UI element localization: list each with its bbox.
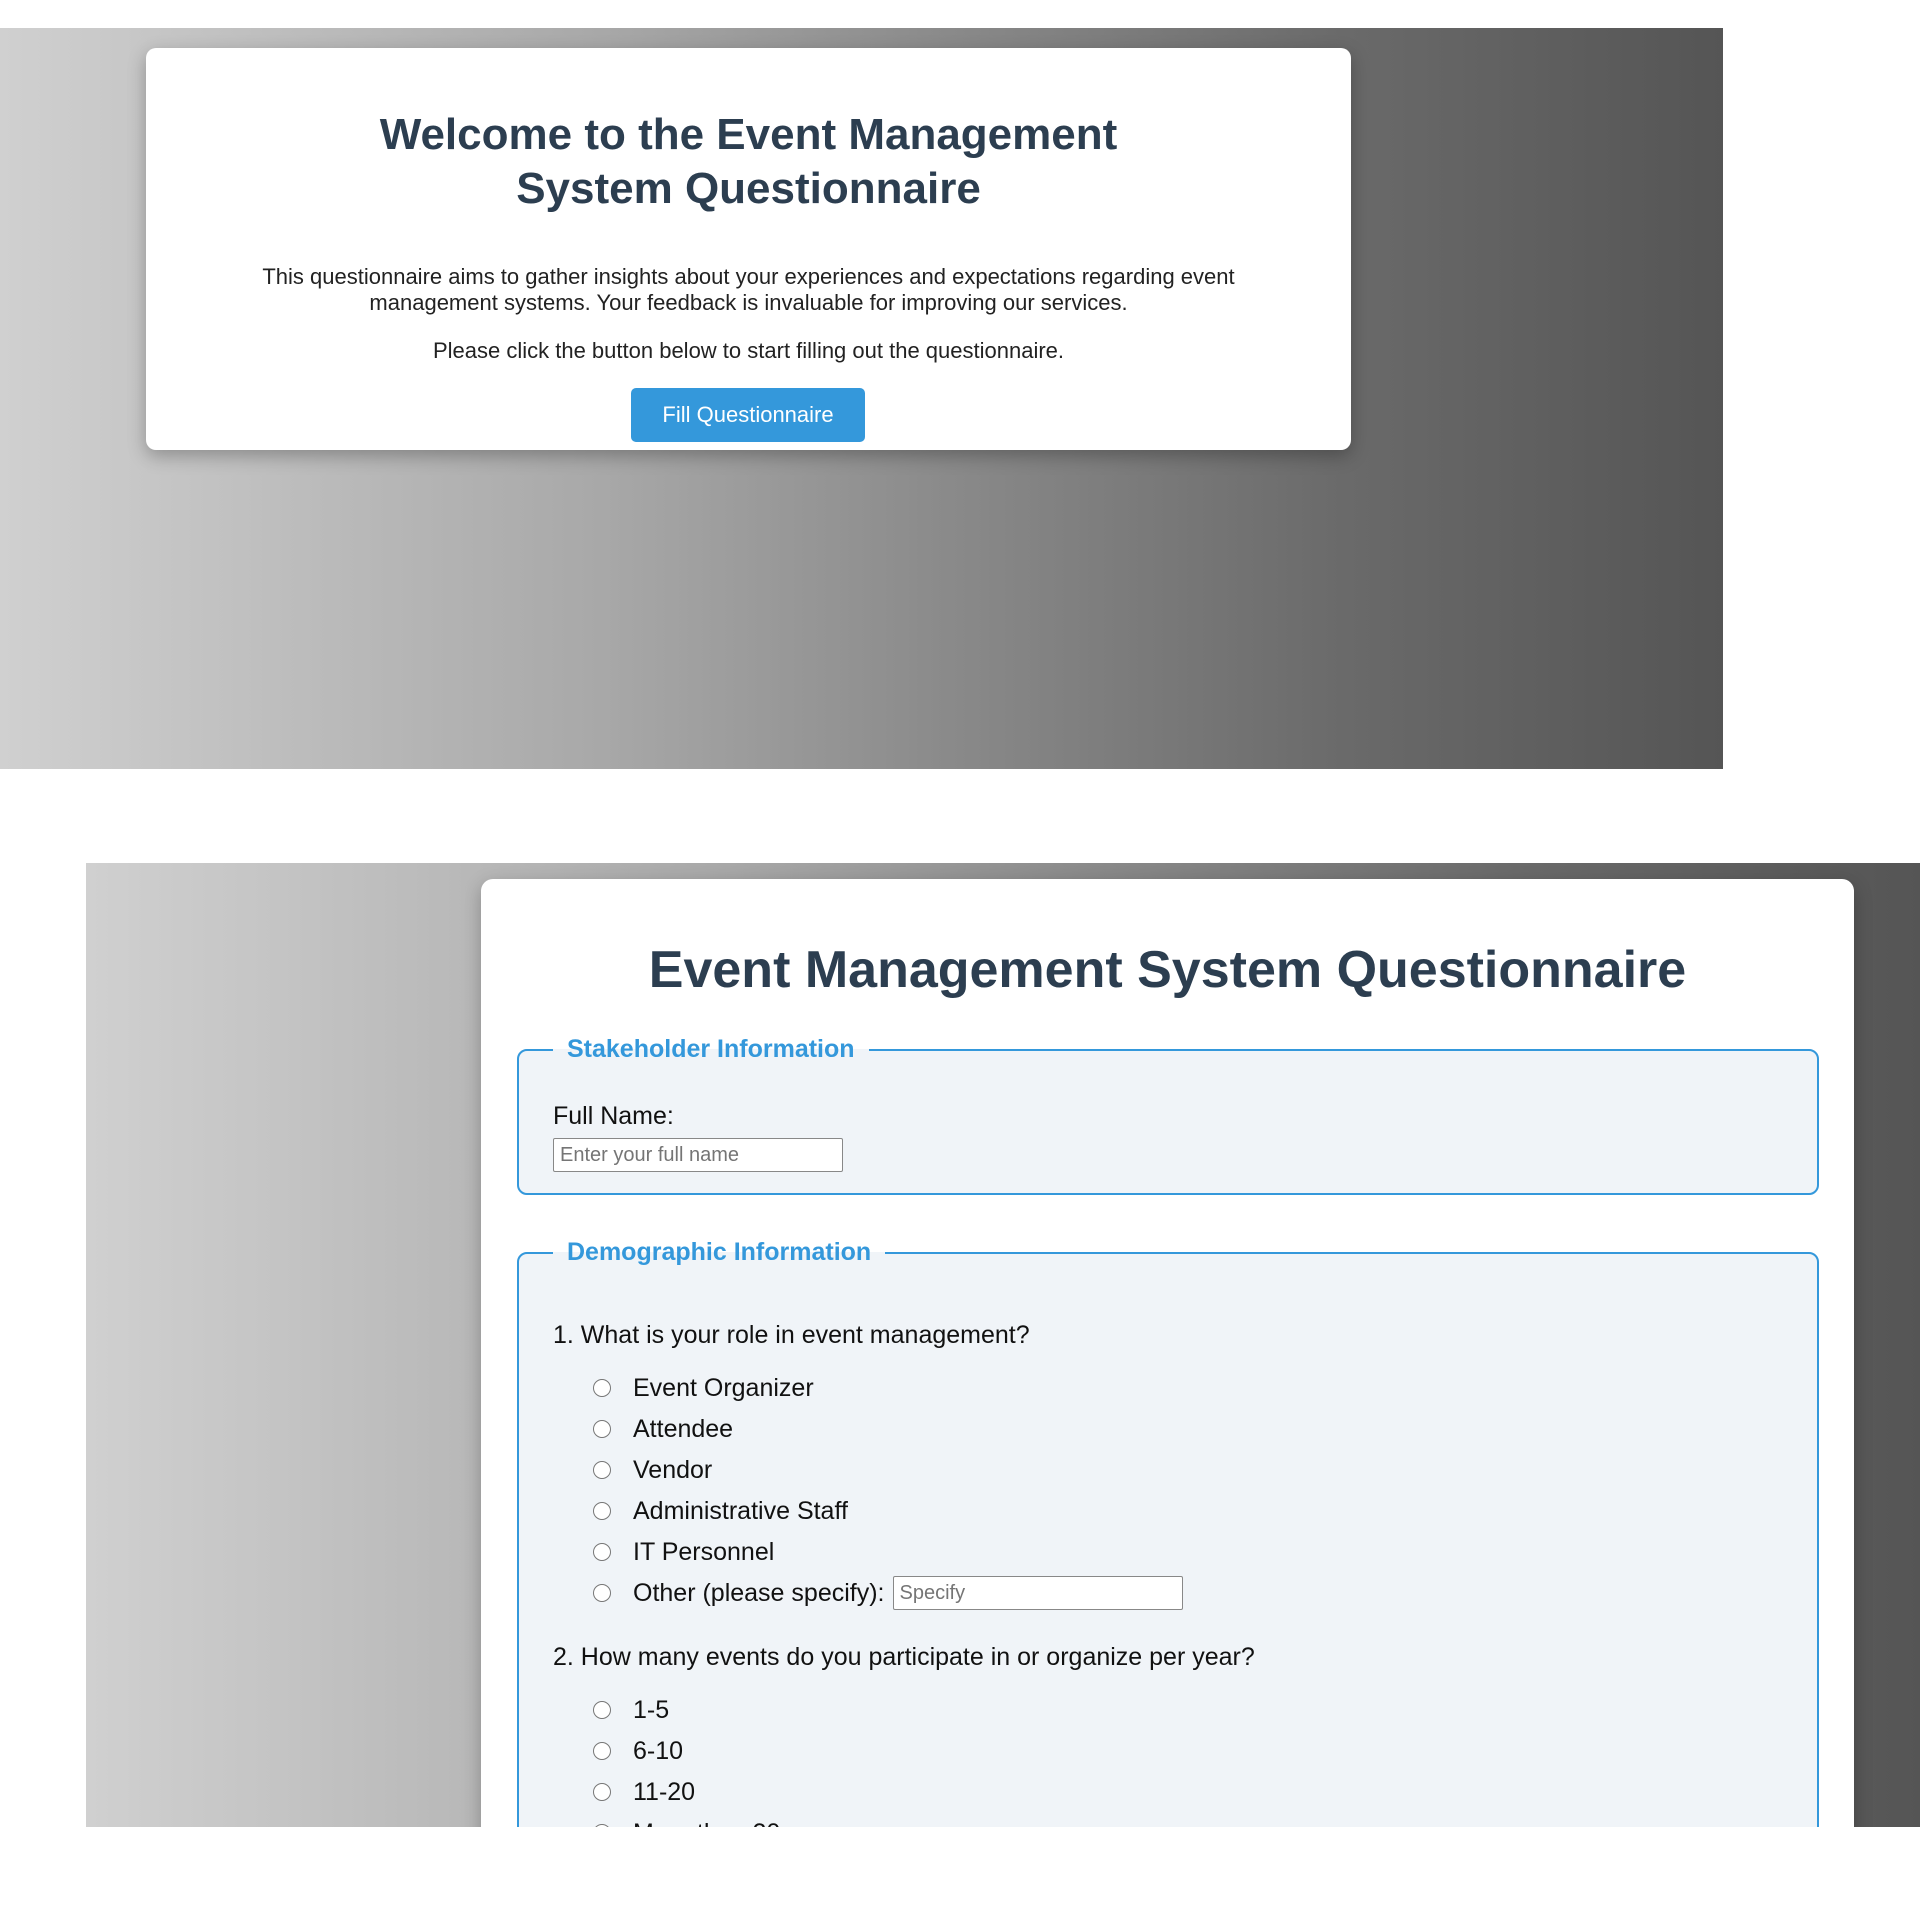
option-label: 11-20 [633, 1777, 696, 1806]
radio-button[interactable] [593, 1701, 611, 1719]
option-label: Event Organizer [633, 1373, 814, 1402]
radio-button[interactable] [593, 1783, 611, 1801]
radio-button[interactable] [593, 1502, 611, 1520]
events-option-11-20[interactable]: 11-20 [593, 1775, 695, 1809]
events-option-6-10[interactable]: 6-10 [593, 1734, 683, 1768]
full-name-input[interactable] [553, 1138, 843, 1172]
radio-button[interactable] [593, 1543, 611, 1561]
stakeholder-information-section: Stakeholder Information Full Name: [517, 1035, 1819, 1195]
role-option-it-personnel[interactable]: IT Personnel [593, 1535, 774, 1569]
option-label: Vendor [633, 1455, 713, 1484]
welcome-intro-text: This questionnaire aims to gather insigh… [262, 264, 1235, 315]
radio-button[interactable] [593, 1584, 611, 1602]
role-option-attendee[interactable]: Attendee [593, 1412, 733, 1446]
welcome-card: Welcome to the Event Management System Q… [146, 48, 1351, 450]
radio-button[interactable] [593, 1742, 611, 1760]
option-label: 6-10 [633, 1736, 684, 1765]
role-option-administrative-staff[interactable]: Administrative Staff [593, 1494, 848, 1528]
questionnaire-title: Event Management System Questionnaire [648, 941, 1687, 999]
question-2-text: 2. How many events do you participate in… [553, 1643, 1255, 1671]
events-option-1-5[interactable]: 1-5 [593, 1693, 669, 1727]
questionnaire-page-background: Event Management System Questionnaire St… [86, 863, 1920, 1827]
radio-button[interactable] [593, 1824, 611, 1827]
option-label: Other (please specify): [633, 1578, 885, 1607]
full-name-label: Full Name: [553, 1102, 674, 1130]
demographic-information-legend: Demographic Information [567, 1238, 872, 1266]
demographic-information-section: Demographic Information 1. What is your … [517, 1238, 1819, 1827]
radio-button[interactable] [593, 1420, 611, 1438]
option-label: 1-5 [633, 1695, 670, 1724]
radio-button[interactable] [593, 1461, 611, 1479]
option-label: More than 20 [633, 1819, 780, 1828]
questionnaire-card: Event Management System Questionnaire St… [481, 879, 1854, 1827]
option-label: IT Personnel [633, 1537, 775, 1566]
option-label: Attendee [633, 1414, 734, 1443]
fill-questionnaire-button[interactable]: Fill Questionnaire [631, 388, 865, 442]
role-option-other[interactable]: Other (please specify): [593, 1576, 1183, 1610]
other-role-specify-input[interactable] [892, 1576, 1183, 1610]
stakeholder-information-legend: Stakeholder Information [567, 1035, 855, 1063]
events-option-more-than-20[interactable]: More than 20 [593, 1816, 780, 1827]
option-label: Administrative Staff [633, 1496, 848, 1525]
role-option-event-organizer[interactable]: Event Organizer [593, 1371, 814, 1405]
radio-button[interactable] [593, 1379, 611, 1397]
role-option-vendor[interactable]: Vendor [593, 1453, 712, 1487]
question-1-text: 1. What is your role in event management… [553, 1321, 1030, 1349]
welcome-page-background: Welcome to the Event Management System Q… [0, 28, 1723, 769]
welcome-title: Welcome to the Event Management System Q… [379, 110, 1118, 213]
welcome-instruction-text: Please click the button below to start f… [432, 338, 1065, 363]
